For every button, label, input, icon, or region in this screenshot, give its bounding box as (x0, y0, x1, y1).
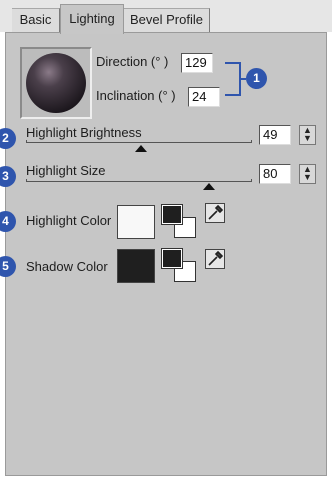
inclination-label: Inclination (° ) (96, 88, 176, 103)
callout-bracket (225, 62, 241, 96)
light-preview (20, 47, 92, 119)
tab-basic[interactable]: Basic (12, 8, 60, 32)
callout-5: 5 (0, 256, 16, 277)
highlight-brightness-label: Highlight Brightness (26, 125, 142, 140)
lighting-panel: Direction (° ) 129 Inclination (° ) 24 1… (0, 32, 327, 476)
tab-lighting[interactable]: Lighting (60, 4, 124, 34)
shadow-eyedropper-icon[interactable] (205, 249, 225, 269)
tab-bevel-profile[interactable]: Bevel Profile (124, 8, 210, 32)
highlight-brightness-input[interactable]: 49 (259, 125, 291, 145)
sphere-preview-icon (26, 53, 86, 113)
shadow-color-label: Shadow Color (26, 259, 108, 274)
highlight-size-spinner[interactable]: ▲ ▼ (299, 164, 316, 184)
highlight-size-label: Highlight Size (26, 163, 106, 178)
callout-1: 1 (246, 68, 267, 89)
highlight-color-picker[interactable] (161, 204, 198, 239)
shadow-color-swatch[interactable] (117, 249, 155, 283)
highlight-eyedropper-icon[interactable] (205, 203, 225, 223)
tab-bar: Basic Lighting Bevel Profile (0, 0, 332, 34)
callout-3: 3 (0, 166, 16, 187)
callout-2: 2 (0, 128, 16, 149)
highlight-size-thumb[interactable] (203, 183, 215, 190)
highlight-size-slider[interactable] (26, 179, 252, 182)
direction-input[interactable]: 129 (181, 53, 213, 73)
highlight-size-input[interactable]: 80 (259, 164, 291, 184)
highlight-brightness-spinner[interactable]: ▲ ▼ (299, 125, 316, 145)
callout-4: 4 (0, 211, 16, 232)
highlight-brightness-thumb[interactable] (135, 145, 147, 152)
shadow-color-picker[interactable] (161, 248, 198, 283)
highlight-color-swatch[interactable] (117, 205, 155, 239)
direction-label: Direction (° ) (96, 54, 169, 69)
highlight-brightness-slider[interactable] (26, 140, 252, 143)
highlight-color-label: Highlight Color (26, 213, 112, 228)
inclination-input[interactable]: 24 (188, 87, 220, 107)
